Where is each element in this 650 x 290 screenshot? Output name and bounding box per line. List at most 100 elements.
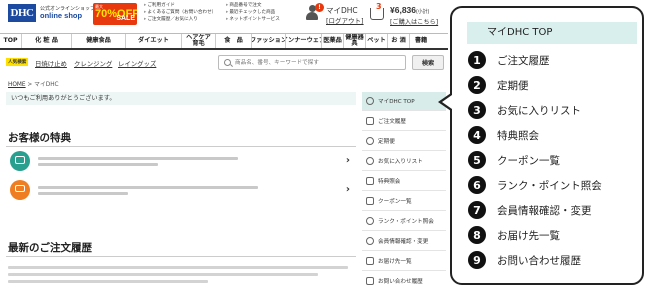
benefit-row[interactable]: › — [8, 149, 354, 174]
benefit-row[interactable]: › — [8, 178, 354, 203]
search-box — [218, 55, 406, 70]
search-button[interactable]: 検索 — [412, 55, 444, 70]
popular-search-link[interactable]: 日焼け止め — [35, 59, 67, 68]
sidebar-item-mydhc-top[interactable]: マイDHC TOP — [362, 92, 446, 111]
popular-search-tag: 人気検索 — [6, 58, 29, 66]
breadcrumb: HOME > マイDHC — [8, 79, 59, 88]
blurred-text — [8, 273, 318, 276]
shop-name[interactable]: online shop — [40, 11, 82, 20]
blurred-text — [38, 186, 258, 189]
callout-title: マイDHC TOP — [467, 22, 637, 44]
header-link[interactable]: 商品番号で注文 — [226, 3, 280, 10]
number-badge: 4 — [468, 126, 486, 144]
callout-item-label: 定期便 — [497, 79, 529, 92]
sidebar-item-order-history[interactable]: ご注文履歴 — [362, 112, 446, 131]
sidebar-item-label: ご注文履歴 — [378, 119, 406, 125]
blurred-text — [8, 266, 348, 269]
order-history-title: 最新のご注文履歴 — [8, 242, 92, 254]
callout-item-label: ランク・ポイント照会 — [497, 179, 602, 192]
sidebar-item-coupons[interactable]: クーポン一覧 — [362, 192, 446, 211]
cart-count: 3 — [376, 2, 382, 11]
nav-item-food[interactable]: 食 品 — [216, 34, 252, 48]
sidebar-item-label: 定期便 — [378, 139, 395, 145]
nav-item-cosmetics[interactable]: 化 粧 品 — [22, 34, 72, 48]
sidebar-item-subscription[interactable]: 定期便 — [362, 132, 446, 151]
nav-item-alcohol[interactable]: お 酒 — [388, 34, 410, 48]
gift-icon — [10, 180, 30, 200]
divider — [6, 146, 356, 147]
breadcrumb-separator: > — [25, 82, 35, 88]
sidebar-item-label: クーポン一覧 — [378, 199, 412, 205]
category-nav: TOP 化 粧 品 健康食品 ダイエット ヘアケア 育毛 食 品 ファッション … — [0, 33, 448, 50]
mydhc-account[interactable]: ! マイDHC [ログアウト] — [306, 3, 368, 27]
nav-item-diet[interactable]: ダイエット — [126, 34, 182, 48]
nav-item-fashion[interactable]: ファッション — [252, 34, 286, 48]
nav-item-health-equipment[interactable]: 健康器 具 — [344, 34, 366, 48]
sale-banner[interactable]: 最大 70%OFF SALE — [93, 3, 137, 25]
nav-item-innerwear[interactable]: インナーウェア — [286, 34, 322, 48]
callout-item: 3 お気に入りリスト — [468, 100, 638, 120]
header-link[interactable]: よくあるご質問（お問い合わせ） — [144, 10, 216, 17]
sidebar-item-member-info[interactable]: 会員情報確認・変更 — [362, 232, 446, 251]
nav-item-health-food[interactable]: 健康食品 — [72, 34, 126, 48]
sidebar-item-addresses[interactable]: お届け先一覧 — [362, 252, 446, 271]
sidebar-item-label: お問い合わせ履歴 — [378, 279, 423, 285]
number-badge: 1 — [468, 51, 486, 69]
coupon-icon — [366, 197, 374, 205]
cart[interactable]: 3 ¥6,836(小計) [ご購入はこちら] — [370, 2, 448, 27]
callout-item-label: お届け先一覧 — [497, 229, 560, 242]
header-link[interactable]: ご注文履歴／お気に入り — [144, 17, 216, 24]
header-links-col1: ご利用ガイド よくあるご質問（お問い合わせ） ご注文履歴／お気に入り — [144, 3, 216, 23]
logout-link[interactable]: [ログアウト] — [326, 15, 364, 25]
header-link[interactable]: ネットポイントサービス — [226, 17, 280, 24]
callout-pointer-inner — [442, 95, 452, 109]
point-icon — [366, 217, 374, 225]
number-badge: 5 — [468, 151, 486, 169]
sidebar-item-benefits[interactable]: 特典照会 — [362, 172, 446, 191]
breadcrumb-home[interactable]: HOME — [8, 82, 26, 88]
nav-item-medicine[interactable]: 医薬品 — [322, 34, 344, 48]
callout-item: 9 お問い合わせ履歴 — [468, 250, 638, 270]
callout-item: 7 会員情報確認・変更 — [468, 200, 638, 220]
search-input[interactable] — [235, 57, 403, 68]
sidebar-item-label: お届け先一覧 — [378, 259, 412, 265]
popular-search-link[interactable]: レイングッズ — [118, 59, 156, 68]
chevron-right-icon: › — [345, 184, 350, 195]
header-links-col2: 商品番号で注文 最近チェックした商品 ネットポイントサービス — [226, 3, 280, 23]
nav-item-books[interactable]: 書籍 — [410, 34, 432, 48]
dhc-logo[interactable]: DHC — [8, 4, 36, 22]
callout-item-label: ご注文履歴 — [497, 54, 550, 67]
person-icon — [366, 97, 374, 105]
nav-item-pet[interactable]: ペット — [366, 34, 388, 48]
sidebar-item-label: お気に入りリスト — [378, 159, 423, 165]
checkout-link[interactable]: [ご購入はこちら] — [390, 17, 438, 26]
header-link[interactable]: ご利用ガイド — [144, 3, 216, 10]
search-icon — [224, 59, 231, 66]
sidebar-item-favorites[interactable]: お気に入りリスト — [362, 152, 446, 171]
benefits-title: お客様の特典 — [8, 132, 71, 144]
blurred-text — [38, 163, 158, 166]
number-badge: 7 — [468, 201, 486, 219]
nav-item-top[interactable]: TOP — [0, 34, 22, 48]
callout-item: 5 クーポン一覧 — [468, 150, 638, 170]
callout-item: 6 ランク・ポイント照会 — [468, 175, 638, 195]
number-badge: 2 — [468, 76, 486, 94]
header-link[interactable]: 最近チェックした商品 — [226, 10, 280, 17]
card-icon — [10, 151, 30, 171]
sidebar-item-label: ランク・ポイント照会 — [378, 219, 434, 225]
blurred-text — [8, 280, 208, 283]
annotation-callout: マイDHC TOP 1 ご注文履歴 2 定期便 3 お気に入りリスト 4 特典照… — [450, 6, 644, 285]
sidebar-item-inquiries[interactable]: お問い合わせ履歴 — [362, 272, 446, 290]
mydhc-sidebar: マイDHC TOP ご注文履歴 定期便 お気に入りリスト 特典照会 クーポン一覧… — [362, 92, 448, 290]
nav-item-haircare[interactable]: ヘアケア 育毛 — [182, 34, 216, 48]
cart-price: ¥6,836 — [390, 5, 416, 15]
callout-item-label: 特典照会 — [497, 129, 539, 142]
sale-label: SALE — [116, 15, 135, 22]
cycle-icon — [366, 137, 374, 145]
sidebar-item-rank-points[interactable]: ランク・ポイント照会 — [362, 212, 446, 231]
divider — [6, 256, 356, 257]
gear-icon — [366, 237, 374, 245]
callout-item-label: お問い合わせ履歴 — [497, 254, 581, 267]
gift-icon — [366, 177, 374, 185]
popular-search-link[interactable]: クレンジング — [74, 59, 112, 68]
